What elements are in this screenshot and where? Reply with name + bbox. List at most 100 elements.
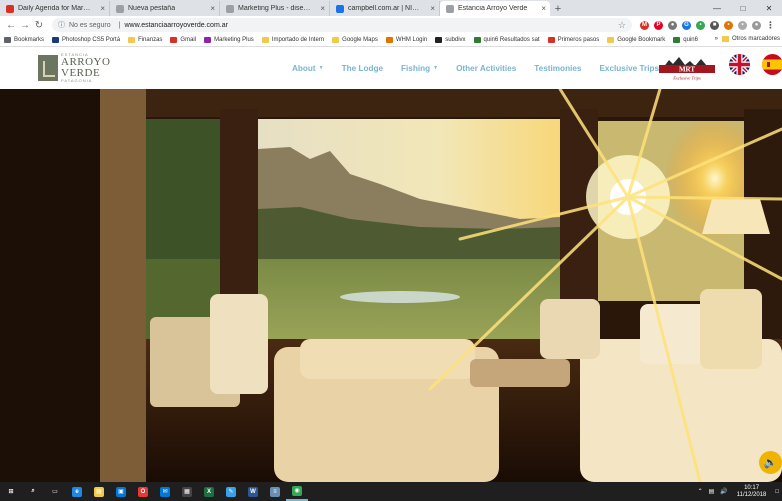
browser-tab[interactable]: Estancia Arroyo Verde × xyxy=(440,1,550,16)
bookmark-item[interactable]: Google Maps xyxy=(332,37,378,43)
bookmark-item[interactable]: Importado de Intern xyxy=(261,37,324,43)
extension-dropper-icon[interactable]: ● xyxy=(668,20,677,30)
bookmark-label: Google Bookmark xyxy=(617,37,666,43)
bookmark-item[interactable]: Google Bookmark xyxy=(607,37,665,43)
close-tab-icon[interactable]: × xyxy=(100,4,105,13)
page-icon xyxy=(116,4,124,13)
extension-green-icon[interactable]: • xyxy=(696,20,705,30)
english-flag-icon[interactable] xyxy=(729,54,750,75)
extensions: M P ● G • ■ • • ● ⋮ xyxy=(640,20,775,30)
clock[interactable]: 10:17 11/12/2018 xyxy=(737,485,767,498)
excel-icon[interactable]: X xyxy=(198,482,220,501)
forward-icon[interactable]: → xyxy=(18,18,32,32)
maximize-icon[interactable]: □ xyxy=(730,0,756,16)
nav-item[interactable]: Testimonies xyxy=(534,64,581,73)
menu-kebab-icon[interactable]: ⋮ xyxy=(766,20,775,30)
paint-icon[interactable]: ✎ xyxy=(220,482,242,501)
speaker-icon: 🔈 xyxy=(763,457,778,469)
bookmark-item[interactable]: Primeros pasos xyxy=(547,37,599,43)
extension-pinterest-icon[interactable]: P xyxy=(654,20,663,30)
bookmark-icon xyxy=(435,37,443,43)
browser-tab[interactable]: Marketing Plus - diseño y desarr × xyxy=(220,1,330,16)
system-tray: ⌃ ▤ 🔊 10:17 11/12/2018 □ xyxy=(695,485,782,498)
bookmarks-bar: Bookmarks Photoshop CS5 Portá Finanzas Gmai… xyxy=(0,34,782,47)
nav-label: Exclusive Trips xyxy=(599,63,660,73)
extension-mail-icon[interactable]: M xyxy=(640,20,649,30)
chrome-icon[interactable]: ◉ xyxy=(286,482,308,501)
bookmark-icon xyxy=(547,37,555,43)
bookmark-item[interactable]: quin6 xyxy=(673,37,698,43)
new-tab-button[interactable]: + xyxy=(550,1,566,16)
nav-item[interactable]: The Lodge xyxy=(342,64,383,73)
notifications-icon[interactable]: □ xyxy=(775,489,779,495)
search-icon[interactable]: ⌕ xyxy=(22,482,44,501)
security-status: No es seguro xyxy=(69,21,111,29)
bookmark-star-icon[interactable]: ☆ xyxy=(618,20,626,31)
bookmark-icon xyxy=(473,37,481,43)
back-icon[interactable]: ← xyxy=(4,18,18,32)
edge-icon[interactable]: e xyxy=(66,482,88,501)
extension-puzzle-icon[interactable]: ■ xyxy=(710,20,719,30)
info-icon[interactable]: ⓘ xyxy=(58,20,65,30)
network-icon[interactable]: ▤ xyxy=(709,488,715,495)
bookmark-item[interactable]: Bookmarks xyxy=(4,37,44,43)
browser-tab[interactable]: Nueva pestaña × xyxy=(110,1,220,16)
calculator-icon[interactable]: ▦ xyxy=(176,482,198,501)
screen: Daily Agenda for Marketing Plus×Nueva pe… xyxy=(0,0,782,501)
bookmarks-overflow[interactable]: » Otros marcadores xyxy=(711,36,780,42)
bookmark-icon xyxy=(261,37,269,43)
close-tab-icon[interactable]: × xyxy=(210,4,215,13)
volume-icon[interactable]: 🔊 xyxy=(720,488,727,495)
bookmark-item[interactable]: subdivx xyxy=(435,37,466,43)
site-logo[interactable]: ESTANCIA ARROYO VERDE PATAGONIA xyxy=(38,53,110,83)
page-icon xyxy=(446,4,454,13)
url-text[interactable]: www.estanciaarroyoverde.com.ar xyxy=(124,22,228,29)
bookmark-item[interactable]: Gmail xyxy=(170,37,196,43)
close-tab-icon[interactable]: × xyxy=(320,4,325,13)
file-explorer-icon[interactable]: ▤ xyxy=(88,482,110,501)
bookmarks-more-icon[interactable]: » xyxy=(715,36,718,42)
exclusive-trips-logo[interactable]: MRT Exclusive Trips xyxy=(657,54,717,82)
bookmark-item[interactable]: Marketing Plus xyxy=(204,37,254,43)
bookmark-label: Photoshop CS5 Portá xyxy=(62,37,121,43)
bookmark-item[interactable]: Finanzas xyxy=(128,37,162,43)
store-icon[interactable]: ▣ xyxy=(110,482,132,501)
tab-label: Daily Agenda for Marketing Plus xyxy=(18,5,93,12)
profile-avatar-icon[interactable]: ● xyxy=(752,20,761,30)
bookmark-label: Finanzas xyxy=(138,37,163,43)
close-tab-icon[interactable]: × xyxy=(541,4,546,13)
bookmark-item[interactable]: WHM Login xyxy=(385,37,427,43)
minimize-icon[interactable]: — xyxy=(704,0,730,16)
other-bookmarks[interactable]: Otros marcadores xyxy=(732,36,780,42)
chevron-up-icon[interactable]: ⌃ xyxy=(698,488,703,495)
notepad-icon[interactable]: ≡ xyxy=(264,482,286,501)
reload-icon[interactable]: ↻ xyxy=(32,18,46,32)
task-view-icon[interactable]: ▭ xyxy=(44,482,66,501)
close-tab-icon[interactable]: × xyxy=(430,4,435,13)
tab-label: Estancia Arroyo Verde xyxy=(458,5,528,12)
sound-toggle-button[interactable]: 🔈 xyxy=(759,451,782,474)
logo-sub-text: PATAGONIA xyxy=(61,78,93,83)
nav-item[interactable]: Fishing ▼ xyxy=(401,64,438,73)
opera-icon[interactable]: O xyxy=(132,482,154,501)
nav-item[interactable]: About ▼ xyxy=(292,64,324,73)
extension-grey-icon[interactable]: • xyxy=(738,20,747,30)
nav-label: The Lodge xyxy=(341,63,383,73)
browser-tab[interactable]: campbell.com.ar | NIC Argentina × xyxy=(330,1,440,16)
windows-start-icon[interactable]: ⊞ xyxy=(0,482,22,501)
nav-label: About xyxy=(292,63,316,73)
mail-icon[interactable]: ✉ xyxy=(154,482,176,501)
bookmark-item[interactable]: Photoshop CS5 Portá xyxy=(52,37,120,43)
nav-item[interactable]: Exclusive Trips xyxy=(599,64,659,73)
browser-tab[interactable]: Daily Agenda for Marketing Plus × xyxy=(0,1,110,16)
hero-image xyxy=(0,89,782,482)
extension-orange-icon[interactable]: • xyxy=(724,20,733,30)
spanish-flag-icon[interactable] xyxy=(762,54,782,75)
bookmark-icon xyxy=(204,37,212,43)
nav-item[interactable]: Other Activities xyxy=(456,64,516,73)
extension-translate-icon[interactable]: G xyxy=(682,20,691,30)
close-window-icon[interactable]: ✕ xyxy=(756,0,782,16)
word-icon[interactable]: W xyxy=(242,482,264,501)
bookmark-item[interactable]: quin6 Resultados sat xyxy=(473,37,540,43)
address-bar[interactable]: ⓘ No es seguro | www.estanciaarroyoverde… xyxy=(52,18,632,32)
